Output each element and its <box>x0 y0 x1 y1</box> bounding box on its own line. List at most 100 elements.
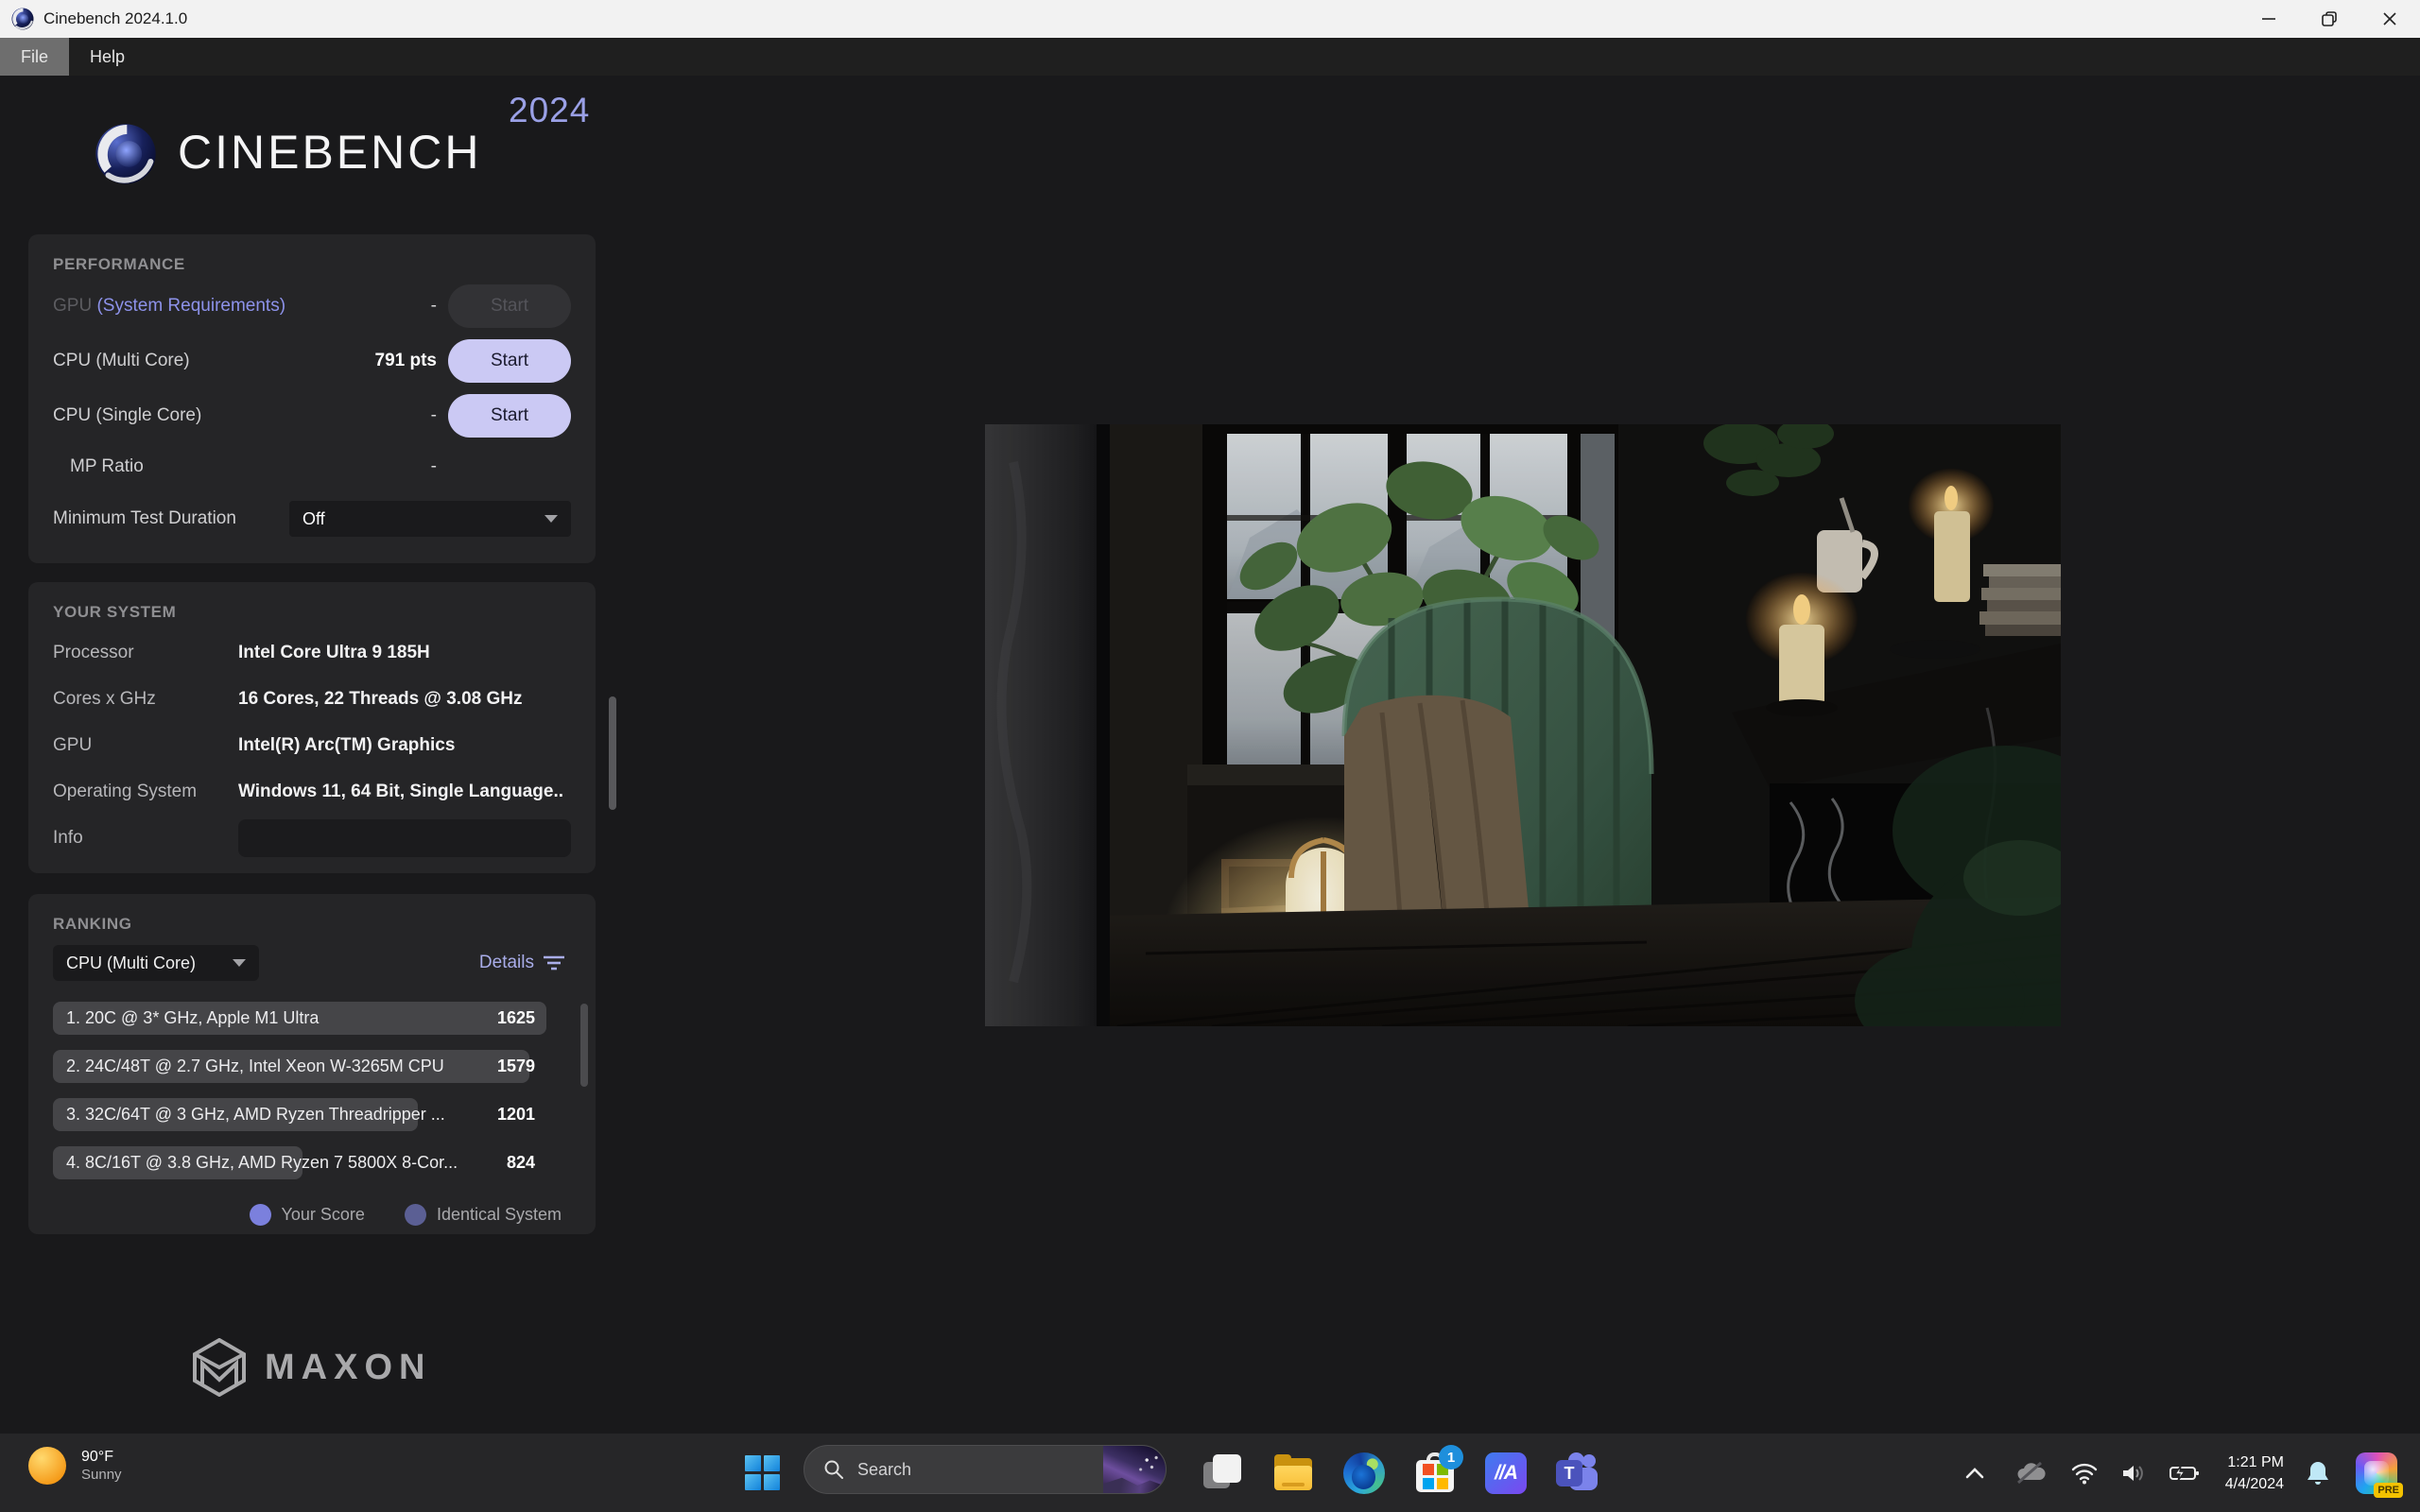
ranking-header: RANKING <box>53 915 132 933</box>
titlebar: Cinebench 2024.1.0 <box>0 0 2420 38</box>
onedrive-icon[interactable] <box>2014 1461 2046 1486</box>
weather-widget[interactable]: 90°F Sunny <box>28 1447 122 1485</box>
cpu-single-value: - <box>430 405 437 425</box>
store-notification-badge: 1 <box>1439 1445 1463 1469</box>
mp-ratio-row: MP Ratio - <box>53 448 571 486</box>
battery-icon[interactable] <box>2169 1464 2201 1483</box>
ranking-row[interactable]: 1. 20C @ 3* GHz, Apple M1 Ultra 1625 <box>53 1002 546 1035</box>
ranking-scrollbar[interactable] <box>580 1004 588 1087</box>
ranking-filter-value: CPU (Multi Core) <box>66 953 197 972</box>
cpu-single-label: CPU (Single Core) <box>53 405 202 425</box>
system-panel: YOUR SYSTEM Processor Intel Core Ultra 9… <box>28 582 596 873</box>
render-preview-image <box>985 424 2061 1026</box>
tray-chevron-up-icon[interactable] <box>1964 1467 1985 1480</box>
window-title: Cinebench 2024.1.0 <box>43 9 188 27</box>
folder-icon <box>1272 1452 1314 1494</box>
menu-file[interactable]: File <box>0 38 70 76</box>
menu-help[interactable]: Help <box>69 38 146 76</box>
gpu-value: - <box>430 296 437 316</box>
performance-header: PERFORMANCE <box>53 255 185 273</box>
task-view-button[interactable] <box>1199 1450 1246 1497</box>
chevron-down-icon <box>544 515 558 523</box>
info-label: Info <box>53 827 83 848</box>
cpu-multi-row: CPU (Multi Core) 791 pts Start <box>53 338 571 384</box>
store-button[interactable]: 1 <box>1411 1445 1463 1497</box>
mp-ratio-value: - <box>430 456 437 476</box>
tray-time: 1:21 PM <box>2227 1453 2284 1470</box>
gpu-label: GPU (System Requirements) <box>53 296 286 316</box>
maxon-app-button[interactable]: //A <box>1482 1450 1530 1497</box>
ranking-legend: Your Score Identical System <box>53 1204 571 1226</box>
teams-button[interactable]: T <box>1553 1450 1600 1497</box>
taskbar: 90°F Sunny Search 1 //A T 1:21 PM 4/4/20… <box>0 1434 2420 1512</box>
duration-value: Off <box>302 508 325 528</box>
ranking-row[interactable]: 2. 24C/48T @ 2.7 GHz, Intel Xeon W-3265M… <box>53 1050 546 1083</box>
weather-temp: 90°F <box>81 1449 113 1465</box>
filter-icon <box>544 955 564 971</box>
cpu-multi-label: CPU (Multi Core) <box>53 351 190 370</box>
notification-bell-icon[interactable] <box>2305 1459 2331 1487</box>
gpu-info-row: GPU Intel(R) Arc(TM) Graphics <box>53 734 456 755</box>
system-requirements-link[interactable]: (System Requirements) <box>96 296 285 316</box>
ranking-controls: CPU (Multi Core) Details <box>53 945 571 981</box>
maxon-wordmark: MAXON <box>265 1347 432 1387</box>
cores-row: Cores x GHz 16 Cores, 22 Threads @ 3.08 … <box>53 688 523 709</box>
edge-button[interactable] <box>1340 1450 1388 1497</box>
brand-year: 2024 <box>509 91 591 129</box>
brand-wordmark: CINEBENCH <box>178 126 482 179</box>
windows-logo-icon <box>745 1455 781 1491</box>
system-tray: 1:21 PM 4/4/2024 PRE <box>1964 1434 2420 1512</box>
file-explorer-button[interactable] <box>1270 1450 1317 1497</box>
search-box[interactable]: Search <box>804 1445 1167 1494</box>
details-link[interactable]: Details <box>479 953 565 973</box>
cpu-single-start-button[interactable]: Start <box>448 394 571 438</box>
search-highlight-image <box>1103 1446 1166 1493</box>
maxon-logo: MAXON <box>193 1338 431 1397</box>
duration-label: Minimum Test Duration <box>53 508 236 528</box>
edge-icon <box>1343 1452 1385 1494</box>
ranking-row[interactable]: 3. 32C/64T @ 3 GHz, AMD Ryzen Threadripp… <box>53 1098 546 1131</box>
close-button[interactable] <box>2360 0 2420 38</box>
identical-system-dot-icon <box>404 1204 426 1226</box>
processor-row: Processor Intel Core Ultra 9 185H <box>53 642 430 662</box>
ranking-filter-select[interactable]: CPU (Multi Core) <box>53 945 259 981</box>
weather-condition: Sunny <box>81 1467 122 1483</box>
system-header: YOUR SYSTEM <box>53 603 177 621</box>
start-button[interactable] <box>739 1450 786 1497</box>
cpu-multi-score: 791 pts <box>374 351 437 370</box>
copilot-pre-badge: PRE <box>2374 1482 2403 1498</box>
store-icon: 1 <box>1414 1445 1463 1494</box>
os-row: Operating System Windows 11, 64 Bit, Sin… <box>53 781 564 801</box>
gpu-row: GPU (System Requirements) - Start <box>53 284 571 329</box>
ranking-panel: RANKING CPU (Multi Core) Details 1. 20C … <box>28 894 596 1234</box>
tray-date: 4/4/2024 <box>2224 1475 2284 1492</box>
duration-select[interactable]: Off <box>289 501 571 537</box>
wifi-icon[interactable] <box>2070 1462 2099 1485</box>
render-scene-illustration <box>985 424 2061 1026</box>
window-controls <box>2238 0 2420 38</box>
legend-identical-system: Identical System <box>404 1204 562 1226</box>
cinebench-logo-icon <box>95 124 156 184</box>
maxon-app-icon: //A <box>1485 1452 1527 1494</box>
cpu-single-row: CPU (Single Core) - Start <box>53 393 571 438</box>
clock[interactable]: 1:21 PM 4/4/2024 <box>2225 1452 2284 1495</box>
ranking-list: 1. 20C @ 3* GHz, Apple M1 Ultra 1625 2. … <box>53 1002 588 1179</box>
screen: Cinebench 2024.1.0 File Help CINEBENCH 2… <box>0 0 2420 1512</box>
your-score-dot-icon <box>249 1204 271 1226</box>
copilot-icon[interactable]: PRE <box>2356 1452 2403 1498</box>
menubar: File Help <box>0 38 2420 76</box>
volume-icon[interactable] <box>2119 1462 2148 1485</box>
search-placeholder: Search <box>857 1459 912 1479</box>
teams-icon: T <box>1556 1452 1598 1494</box>
restore-button[interactable] <box>2299 0 2360 38</box>
chevron-down-icon <box>233 959 246 967</box>
info-row: Info <box>53 815 571 861</box>
search-icon <box>824 1460 843 1479</box>
ranking-row[interactable]: 4. 8C/16T @ 3.8 GHz, AMD Ryzen 7 5800X 8… <box>53 1146 546 1179</box>
info-input[interactable] <box>238 818 571 857</box>
gpu-start-button[interactable]: Start <box>448 284 571 328</box>
task-view-icon <box>1201 1452 1243 1494</box>
minimize-button[interactable] <box>2238 0 2299 38</box>
left-column-scrollbar[interactable] <box>609 696 616 810</box>
cpu-multi-start-button[interactable]: Start <box>448 339 571 383</box>
